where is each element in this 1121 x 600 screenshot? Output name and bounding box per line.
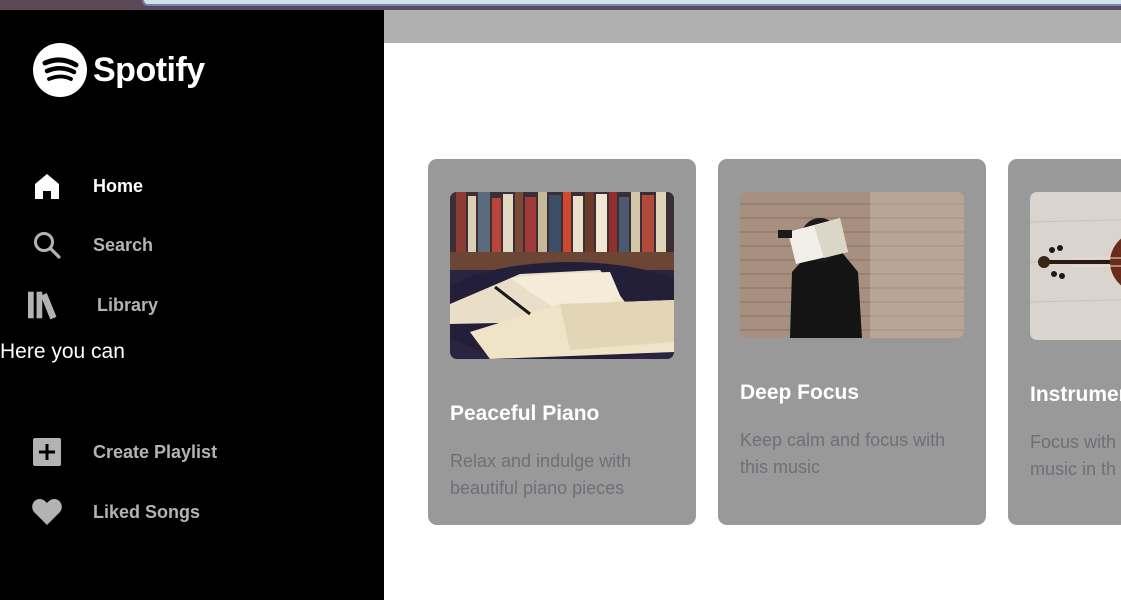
sidebar-item-label: Library — [97, 294, 159, 315]
sidebar-item-create-playlist[interactable]: Create Playlist — [28, 436, 217, 468]
main-content: Peaceful Piano Relax and indulge with be… — [384, 10, 1121, 600]
violin-image — [1030, 192, 1121, 340]
address-bar[interactable] — [142, 0, 1121, 6]
card-title: Deep Focus — [740, 381, 860, 404]
search-icon — [28, 229, 66, 261]
spotify-logo[interactable]: Spotify — [33, 43, 205, 97]
sidebar-item-library[interactable]: Library — [28, 289, 158, 321]
sidebar-item-label: Home — [93, 175, 144, 196]
sidebar-item-search[interactable]: Search — [28, 229, 153, 261]
browser-top-strip — [0, 0, 1121, 10]
browser-frame: Spotify Home Search Library Here you can… — [0, 0, 1121, 600]
card-description: Keep calm and focus with this music — [740, 430, 946, 477]
card-title: Peaceful Piano — [450, 402, 600, 425]
card-description: Focus with music in th — [1030, 432, 1117, 479]
playlist-card-peaceful-piano[interactable]: Peaceful Piano Relax and indulge with be… — [428, 159, 696, 525]
home-icon — [28, 170, 66, 202]
sidebar-item-label: Liked Songs — [93, 501, 201, 522]
card-description: Relax and indulge with beautiful piano p… — [450, 451, 632, 498]
sidebar: Spotify Home Search Library Here you can… — [0, 10, 384, 600]
sidebar-item-liked-songs[interactable]: Liked Songs — [28, 496, 200, 528]
plus-square-icon — [28, 436, 66, 468]
sidebar-item-label: Create Playlist — [93, 441, 218, 462]
person-with-book-on-face-image — [740, 192, 964, 338]
main-header-bar — [384, 10, 1121, 43]
sidebar-item-home[interactable]: Home — [28, 170, 143, 202]
spotify-wordmark: Spotify — [93, 50, 205, 89]
sidebar-note-text: Here you can — [0, 340, 125, 363]
open-books-on-table-image — [450, 192, 674, 359]
playlist-card-instrumental[interactable]: Instrumer Focus with music in th — [1008, 159, 1121, 525]
library-icon — [28, 289, 66, 321]
playlist-card-deep-focus[interactable]: Deep Focus Keep calm and focus with this… — [718, 159, 986, 525]
sidebar-item-label: Search — [93, 234, 154, 255]
heart-icon — [28, 496, 66, 528]
spotify-logo-icon — [33, 43, 87, 97]
card-title: Instrumer — [1030, 383, 1121, 406]
